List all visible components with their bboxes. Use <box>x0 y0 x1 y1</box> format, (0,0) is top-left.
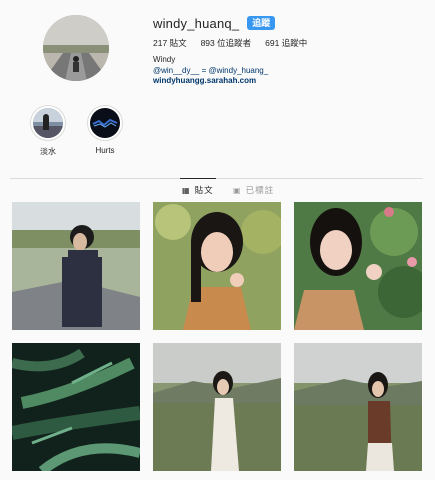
highlight-ring <box>30 105 66 141</box>
story-highlights: 淡水 Hurts <box>0 100 435 170</box>
highlight-label: 淡水 <box>40 147 56 156</box>
bio-website-link[interactable]: windyhuangg.sarahah.com <box>153 76 268 87</box>
post-image <box>12 202 140 330</box>
profile-tabs: ▦ 貼文 ▣ 已標註 <box>10 178 423 198</box>
post-thumbnail[interactable] <box>12 343 140 471</box>
post-image <box>294 202 422 330</box>
bio-name: Windy <box>153 55 176 64</box>
post-thumbnail[interactable] <box>294 202 422 330</box>
stat-followers-value: 893 <box>200 38 215 48</box>
stat-followers-label: 位追蹤者 <box>217 38 252 48</box>
highlight-hurts[interactable]: Hurts <box>85 105 125 155</box>
post-thumbnail[interactable] <box>153 202 281 330</box>
bio-handles[interactable]: @win__dy__ = @windy_huang_ <box>153 66 268 77</box>
post-image <box>294 343 422 471</box>
stat-followers[interactable]: 893 位追蹤者 <box>201 37 252 49</box>
highlight-ring <box>87 105 123 141</box>
tab-tagged[interactable]: ▣ 已標註 <box>233 184 274 196</box>
post-thumbnail[interactable] <box>294 343 422 471</box>
highlight-tamsui[interactable]: 淡水 <box>28 105 68 157</box>
highlight-label: Hurts <box>95 146 115 155</box>
post-image <box>12 343 140 471</box>
stat-following-label: 追蹤中 <box>281 38 308 48</box>
stat-following-value: 691 <box>265 38 280 48</box>
stat-posts-label: 貼文 <box>169 38 187 48</box>
post-image <box>153 202 281 330</box>
post-thumbnail[interactable] <box>153 343 281 471</box>
profile-stats: 217 貼文 893 位追蹤者 691 追蹤中 <box>153 37 307 49</box>
avatar-photo <box>43 15 109 81</box>
grid-icon: ▦ <box>182 185 191 195</box>
stat-posts-value: 217 <box>153 38 168 48</box>
tab-posts[interactable]: ▦ 貼文 <box>180 178 216 196</box>
profile-header: windy_huanq_ 追蹤 217 貼文 893 位追蹤者 691 追蹤中 … <box>0 0 435 100</box>
tab-posts-label: 貼文 <box>194 185 214 195</box>
profile-username: windy_huanq_ <box>153 15 240 31</box>
post-thumbnail[interactable] <box>12 202 140 330</box>
profile-bio: Windy @win__dy__ = @windy_huang_ windyhu… <box>153 55 268 87</box>
profile-avatar[interactable] <box>43 15 109 81</box>
tab-tagged-label: 已標註 <box>245 185 275 195</box>
stat-following[interactable]: 691 追蹤中 <box>265 37 307 49</box>
tag-icon: ▣ <box>233 185 242 195</box>
stat-posts[interactable]: 217 貼文 <box>153 37 187 49</box>
highlight-hurts-thumbnail <box>90 108 120 138</box>
follow-button[interactable]: 追蹤 <box>247 16 276 30</box>
highlight-tamsui-thumbnail <box>33 108 63 138</box>
post-image <box>153 343 281 471</box>
